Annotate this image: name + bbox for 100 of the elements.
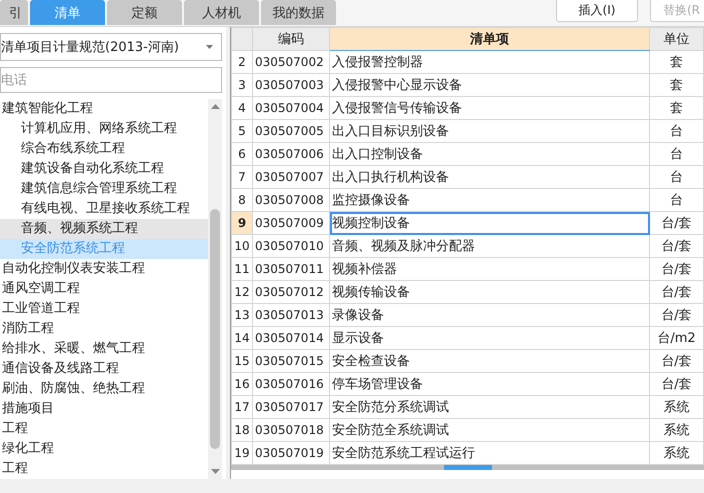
table-cell: 030507013 <box>252 304 330 326</box>
table-cell: 系统 <box>650 396 704 418</box>
table-cell: 台/套 <box>650 234 704 258</box>
scrollbar[interactable] <box>208 99 222 479</box>
tree-item[interactable]: 计算机应用、网络系统工程 <box>0 119 208 139</box>
table-cell: 监控摄像设备 <box>330 188 650 212</box>
tree-item[interactable]: 措施项目 <box>0 399 208 419</box>
row-number[interactable]: 9 <box>232 212 252 234</box>
table-cell: 出入口控制设备 <box>330 142 650 166</box>
table-cell: 安全防范全系统调试 <box>330 418 650 442</box>
row-number[interactable]: 7 <box>232 166 252 188</box>
scroll-down-icon[interactable] <box>210 469 220 474</box>
row-number[interactable]: 2 <box>232 50 252 74</box>
table-cell: 030507002 <box>252 50 330 74</box>
row-number[interactable]: 3 <box>232 74 252 96</box>
tree-item[interactable]: 工程 <box>0 459 208 479</box>
tree-item[interactable]: 音频、视频系统工程 <box>0 219 208 239</box>
table-cell: 030507017 <box>252 396 330 418</box>
table-cell: 系统 <box>650 418 704 442</box>
table-cell: 入侵报警控制器 <box>330 50 650 74</box>
table-cell: 安全检查设备 <box>330 350 650 372</box>
table-cell: 套 <box>650 50 704 74</box>
table-cell: 030507015 <box>252 350 330 372</box>
tree-item[interactable]: 建筑智能化工程 <box>0 99 208 119</box>
table-cell: 安全防范分系统调试 <box>330 396 650 418</box>
table-cell: 030507003 <box>252 74 330 96</box>
row-number[interactable]: 6 <box>232 142 252 166</box>
table-cell: 显示设备 <box>330 326 650 350</box>
tree-item[interactable]: 工业管道工程 <box>0 299 208 319</box>
scroll-up-icon[interactable] <box>210 104 220 109</box>
tree-item[interactable]: 给排水、采暖、燃气工程 <box>0 339 208 359</box>
table-cell: 入侵报警中心显示设备 <box>330 74 650 96</box>
table-cell: 台/套 <box>650 350 704 372</box>
row-number[interactable]: 4 <box>232 96 252 120</box>
row-number[interactable]: 18 <box>232 418 252 442</box>
tree-item[interactable]: 综合布线系统工程 <box>0 139 208 159</box>
tree-item[interactable]: 通信设备及线路工程 <box>0 359 208 379</box>
table-cell: 停车场管理设备 <box>330 372 650 396</box>
table-cell: 出入口执行机构设备 <box>330 166 650 188</box>
insert-button[interactable]: 插入(I) <box>556 0 638 22</box>
tree-item[interactable]: 消防工程 <box>0 319 208 339</box>
column-header[interactable]: 编码 <box>252 28 330 50</box>
tree-item[interactable]: 工程 <box>0 419 208 439</box>
table-cell: 台/m2 <box>650 326 704 350</box>
row-number[interactable]: 11 <box>232 258 252 280</box>
table-cell: 台/套 <box>650 280 704 304</box>
table-cell: 030507010 <box>252 234 330 258</box>
table-cell: 台/套 <box>650 212 704 234</box>
row-number[interactable]: 13 <box>232 304 252 326</box>
table-cell: 030507006 <box>252 142 330 166</box>
tree-item[interactable]: 建筑设备自动化系统工程 <box>0 159 208 179</box>
tab[interactable]: 定额 <box>107 0 182 25</box>
dropdown-value: 清单项目计量规范(2013-河南) <box>1 39 179 56</box>
table-cell: 030507004 <box>252 96 330 120</box>
tree-item[interactable]: 自动化控制仪表安装工程 <box>0 259 208 279</box>
row-number[interactable]: 16 <box>232 372 252 396</box>
table-cell: 030507007 <box>252 166 330 188</box>
caret-icon <box>206 45 213 49</box>
table-cell: 入侵报警信号传输设备 <box>330 96 650 120</box>
table-cell: 录像设备 <box>330 304 650 326</box>
table-cell: 030507016 <box>252 372 330 396</box>
column-header[interactable]: 清单项 <box>330 28 650 50</box>
tree-item[interactable]: 刷油、防腐蚀、绝热工程 <box>0 379 208 399</box>
table-cell: 030507012 <box>252 280 330 304</box>
row-number[interactable]: 14 <box>232 326 252 350</box>
row-number[interactable]: 15 <box>232 350 252 372</box>
tree-item[interactable]: 建筑信息综合管理系统工程 <box>0 179 208 199</box>
table-cell: 030507008 <box>252 188 330 212</box>
row-number[interactable]: 17 <box>232 396 252 418</box>
table-cell: 台 <box>650 142 704 166</box>
row-number[interactable]: 12 <box>232 280 252 304</box>
row-number[interactable]: 5 <box>232 120 252 142</box>
table-cell: 030507018 <box>252 418 330 442</box>
standard-dropdown[interactable]: 清单项目计量规范(2013-河南) <box>0 33 222 61</box>
table-cell: 030507014 <box>252 326 330 350</box>
table-cell: 台 <box>650 120 704 142</box>
tree-item[interactable]: 有线电视、卫星接收系统工程 <box>0 199 208 219</box>
table-cell: 套 <box>650 74 704 96</box>
table-cell: 台/套 <box>650 372 704 396</box>
tab[interactable]: 人材机 <box>184 0 259 25</box>
table-cell: 视频控制设备 <box>330 212 650 234</box>
table-cell: 台 <box>650 188 704 212</box>
search-field[interactable]: 电话 <box>0 67 222 93</box>
tree-item[interactable]: 通风空调工程 <box>0 279 208 299</box>
splitter-bar[interactable] <box>231 465 704 470</box>
table-cell: 台/套 <box>650 304 704 326</box>
table-cell: 音频、视频及脉冲分配器 <box>330 234 650 258</box>
tab[interactable]: 我的数据 <box>261 0 336 25</box>
column-header[interactable]: 单位 <box>650 28 704 50</box>
tree-item[interactable]: 绿化工程 <box>0 439 208 459</box>
row-number[interactable]: 10 <box>232 234 252 258</box>
table-cell: 030507009 <box>252 212 330 234</box>
table-cell: 030507011 <box>252 258 330 280</box>
table-cell: 套 <box>650 96 704 120</box>
table-cell: 台/套 <box>650 258 704 280</box>
table-cell: 视频传输设备 <box>330 280 650 304</box>
tab[interactable]: 引 <box>0 0 28 25</box>
table-cell: 台 <box>650 166 704 188</box>
table-cell: 视频补偿器 <box>330 258 650 280</box>
splitter-handle[interactable] <box>444 465 492 470</box>
